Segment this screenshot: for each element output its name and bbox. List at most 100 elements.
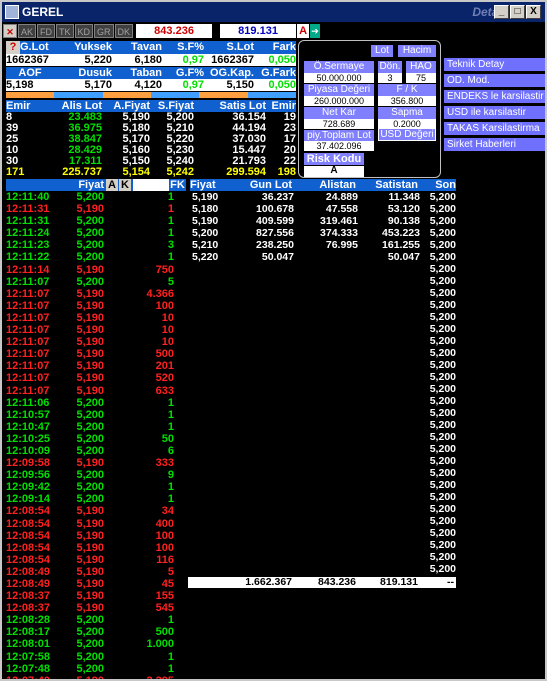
son-value: 5,200 <box>429 371 456 383</box>
link-item[interactable]: OD. Mod. <box>444 74 545 87</box>
toolbar-fd-button[interactable]: FD <box>37 24 56 38</box>
tick-lot: 2.295 <box>146 674 174 681</box>
link-item[interactable]: Sirket Haberleri <box>444 138 545 151</box>
order-cell: 8 <box>6 112 13 123</box>
son-value: 5,200 <box>429 479 456 491</box>
depth-cell: 50.047 <box>261 251 294 263</box>
tick-lot: 1 <box>167 227 174 240</box>
son-value: 5,200 <box>429 551 456 563</box>
tick-lot: 5 <box>167 275 174 288</box>
tick-price: 5,200 <box>76 432 104 445</box>
stock-window: GEREL Detay _ □ X ✕ AK FD TK KD GR DK 84… <box>0 0 547 681</box>
toolbar-kd-button[interactable]: KD <box>74 24 94 38</box>
val-taban: 4,120 <box>134 79 162 91</box>
toolbar-dk-button[interactable]: DK <box>114 24 134 38</box>
close-button[interactable]: X <box>526 5 541 19</box>
son-value: 5,200 <box>429 395 456 407</box>
tick-time: 12:11:06 <box>6 396 50 409</box>
son-value: 5,200 <box>429 299 456 311</box>
depth-row: 5,190 36.237 24.889 11.348 <box>192 191 456 203</box>
toolbar-ak-button[interactable]: AK <box>18 24 37 38</box>
link-item[interactable]: TAKAS Karsilastirma <box>444 122 545 135</box>
tick-row: 12:11:07 5,190 500 <box>6 348 186 360</box>
links-panel: Teknik Detay OD. Mod. ENDEKS le karsilasti… <box>444 58 545 154</box>
tick-price: 5,190 <box>76 311 104 324</box>
tick-time: 12:11:07 <box>6 348 50 361</box>
hdr-fk[interactable]: FK <box>169 179 186 191</box>
toolbar-tk-button[interactable]: TK <box>56 24 74 38</box>
link-item[interactable]: ENDEKS le karsilastir <box>444 90 545 103</box>
order-cell: 19 <box>283 112 296 123</box>
tick-row: 12:08:49 5,190 5 <box>6 566 186 578</box>
tick-lot: 9 <box>167 469 174 482</box>
tick-time: 12:11:07 <box>6 299 50 312</box>
summary-header-2: AOF Dusuk Taban G.F% OG.Kap. G.Fark <box>6 67 296 79</box>
order-cell: 37.030 <box>232 134 266 145</box>
tick-row: 12:11:07 5,200 5 <box>6 276 186 288</box>
tick-price: 5,200 <box>76 614 104 627</box>
tick-row: 12:08:28 5,200 1 <box>6 614 186 626</box>
tick-price: 5,190 <box>76 565 104 578</box>
hao-value: 75 <box>406 73 436 83</box>
depth-cell: 5,180 <box>192 203 219 215</box>
tick-row: 12:11:14 5,190 750 <box>6 264 186 276</box>
lot-button[interactable]: Lot <box>371 45 393 57</box>
tick-lot: 34 <box>161 505 174 518</box>
tick-lot: 100 <box>155 541 174 554</box>
hacim-button[interactable]: Hacim <box>398 45 436 57</box>
toolbar-gr-button[interactable]: GR <box>94 24 114 38</box>
summary-values-2: 5,198 5,170 4,120 0,97 5,150 0,050 <box>6 79 296 91</box>
tick-row: 12:08:37 5,190 545 <box>6 602 186 614</box>
title-bar[interactable]: GEREL Detay _ □ X <box>2 2 545 22</box>
link-item[interactable]: USD ile karsilastir <box>444 106 545 119</box>
toplam-lot-value: 37.402.096 <box>304 141 374 151</box>
tick-price: 5,190 <box>76 529 104 542</box>
tick-time: 12:08:28 <box>6 614 51 627</box>
tick-time: 12:07:40 <box>6 674 51 681</box>
hdr-sfiyat: S.Fiyat <box>157 100 194 112</box>
tick-row: 12:11:07 5,190 633 <box>6 385 186 397</box>
help-icon[interactable]: ? <box>6 41 20 54</box>
link-item[interactable]: Teknik Detay <box>444 58 545 71</box>
value-box: 819.131 <box>220 24 297 38</box>
hdr-gfark: G.Fark <box>261 67 296 79</box>
window-title: GEREL <box>22 5 64 19</box>
fk-label: F / K <box>378 84 436 96</box>
order-row: 30 17.311 5,150 5,240 21.793 22 <box>6 156 296 167</box>
a-button[interactable]: A <box>297 24 310 38</box>
tick-lot: 1 <box>167 408 174 421</box>
tick-time: 12:11:07 <box>6 372 50 385</box>
val-glot: 1662367 <box>6 54 49 66</box>
hdr-sf: S.F% <box>177 41 204 53</box>
close-icon[interactable]: ✕ <box>3 24 17 38</box>
hdr-dusuk: Dusuk <box>78 67 112 79</box>
tick-time: 12:08:54 <box>6 529 51 542</box>
depth-cell: 24.889 <box>325 191 358 203</box>
tick-lot: 10 <box>161 324 174 337</box>
tick-price: 5,200 <box>76 420 104 433</box>
tick-price: 5,200 <box>76 493 104 506</box>
tick-price: 5,200 <box>76 469 104 482</box>
tick-filter-input[interactable] <box>133 179 169 191</box>
depth-cell: 11.348 <box>388 191 420 203</box>
son-value: 5,200 <box>429 443 456 455</box>
hdr-depth-fiyat[interactable]: Fiyat <box>190 179 226 191</box>
netkar-value: 728.689 <box>304 119 374 129</box>
son-value: 5,200 <box>429 527 456 539</box>
go-arrow-icon[interactable]: ➔ <box>310 24 321 38</box>
filter-a-button[interactable]: A <box>106 179 118 191</box>
hdr-tick-fiyat[interactable]: Fiyat <box>6 179 104 191</box>
tick-price: 5,190 <box>76 517 104 530</box>
depth-cell: 5,190 <box>192 191 219 203</box>
minimize-button[interactable]: _ <box>494 5 509 19</box>
depth-cell: 827.556 <box>256 227 294 239</box>
filter-k-button[interactable]: K <box>119 179 131 191</box>
usd-button[interactable]: USD Değeri <box>378 128 436 141</box>
order-cell: 23 <box>283 123 296 134</box>
risk-value: A <box>304 166 364 177</box>
tick-row: 12:08:49 5,190 45 <box>6 578 186 590</box>
hdr-fark: Fark <box>272 41 296 53</box>
order-total-cell: 225.737 <box>62 167 102 178</box>
depth-cell: 5,210 <box>192 239 219 251</box>
maximize-button[interactable]: □ <box>510 5 525 19</box>
